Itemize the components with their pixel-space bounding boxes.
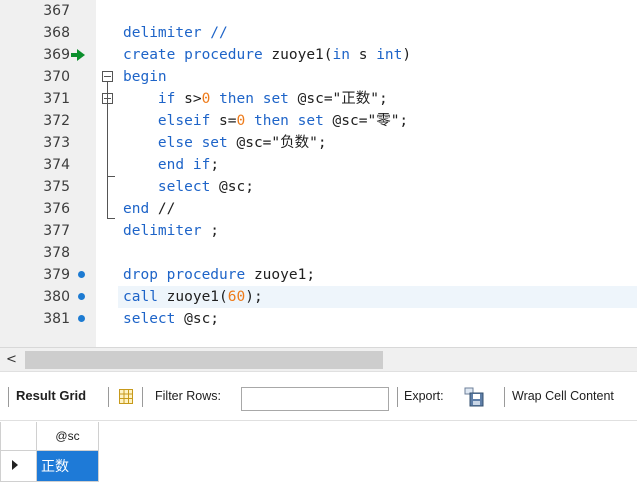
filter-rows-label: Filter Rows:	[155, 389, 221, 403]
execution-arrow-icon	[71, 44, 88, 66]
column-header[interactable]: @sc	[37, 422, 99, 451]
statement-dot-icon	[76, 308, 88, 330]
code-text: call zuoye1(60);	[118, 286, 637, 308]
scroll-left-icon[interactable]: <	[6, 352, 17, 367]
fold-guide-tick	[107, 176, 115, 177]
toolbar-separator	[108, 387, 109, 407]
code-text: select @sc;	[123, 311, 220, 327]
result-cell[interactable]: 正数	[37, 451, 99, 482]
export-label: Export:	[404, 389, 444, 403]
line-number: 372	[43, 113, 70, 129]
line-number: 375	[43, 179, 70, 195]
line-number: 370	[43, 69, 70, 85]
code-text: end //	[123, 201, 176, 217]
code-text: if s>0 then set @sc="正数";	[157, 91, 388, 107]
scrollbar-thumb[interactable]	[25, 351, 383, 369]
grid-view-icon[interactable]	[119, 389, 133, 404]
fold-guide-end	[107, 218, 115, 219]
statement-dot-icon	[76, 286, 88, 308]
line-number: 379	[43, 267, 70, 283]
line-number: 371	[43, 91, 70, 107]
code-line[interactable]: 381 select @sc;	[0, 308, 637, 330]
filter-rows-input[interactable]	[241, 387, 389, 411]
line-number: 368	[43, 25, 70, 41]
code-text: elseif s=0 then set @sc="零";	[157, 113, 409, 129]
code-line[interactable]: 375 select @sc;	[0, 176, 637, 198]
code-text: delimiter //	[123, 25, 228, 41]
code-line[interactable]: 372 elseif s=0 then set @sc="零";	[0, 110, 637, 132]
code-line[interactable]: 376 end //	[0, 198, 637, 220]
code-line[interactable]: 369 create procedure zuoye1(in s int)	[0, 44, 637, 66]
line-number: 374	[43, 157, 70, 173]
code-line-current[interactable]: 380 call zuoye1(60);	[0, 286, 637, 308]
horizontal-scrollbar[interactable]: <	[0, 347, 637, 372]
line-number: 376	[43, 201, 70, 217]
code-text: select @sc;	[157, 179, 254, 195]
toolbar-separator	[142, 387, 143, 407]
code-line[interactable]: 370 begin	[0, 66, 637, 88]
line-number: 378	[43, 245, 70, 261]
wrap-cell-content-toggle[interactable]: Wrap Cell Content	[512, 372, 614, 420]
line-number: 380	[43, 289, 70, 305]
grid-corner-cell	[0, 422, 37, 451]
line-number: 367	[43, 3, 70, 19]
current-row-arrow-icon	[12, 460, 18, 470]
fold-guide-line	[107, 81, 108, 219]
code-text: create procedure zuoye1(in s int)	[123, 47, 412, 63]
code-text: else set @sc="负数";	[157, 135, 327, 151]
toolbar-separator	[397, 387, 398, 407]
toolbar-separator	[8, 387, 9, 407]
code-line[interactable]: 368 delimiter //	[0, 22, 637, 44]
code-text: end if;	[157, 157, 220, 173]
sql-editor[interactable]: 367 368 delimiter // 369 create procedur…	[0, 0, 637, 347]
code-text: delimiter ;	[123, 223, 220, 239]
statement-dot-icon	[76, 264, 88, 286]
result-grid: @sc 正数	[0, 422, 637, 500]
code-line[interactable]: 374 end if;	[0, 154, 637, 176]
code-line[interactable]: 378	[0, 242, 637, 264]
line-number: 377	[43, 223, 70, 239]
code-line[interactable]: 377 delimiter ;	[0, 220, 637, 242]
line-number: 369	[43, 47, 70, 63]
code-line[interactable]: 371 if s>0 then set @sc="正数";	[0, 88, 637, 110]
line-number: 381	[43, 311, 70, 327]
code-line[interactable]: 367	[0, 0, 637, 22]
export-icon[interactable]	[464, 387, 484, 407]
result-grid-tab[interactable]: Result Grid	[16, 372, 86, 420]
code-line[interactable]: 379 drop procedure zuoye1;	[0, 264, 637, 286]
row-selector[interactable]	[0, 451, 37, 482]
code-line[interactable]: 373 else set @sc="负数";	[0, 132, 637, 154]
code-text: begin	[123, 69, 167, 85]
line-number: 373	[43, 135, 70, 151]
code-text: drop procedure zuoye1;	[123, 267, 316, 283]
toolbar-separator	[504, 387, 505, 407]
result-toolbar: Result Grid Filter Rows: Export: Wrap Ce…	[0, 371, 637, 421]
